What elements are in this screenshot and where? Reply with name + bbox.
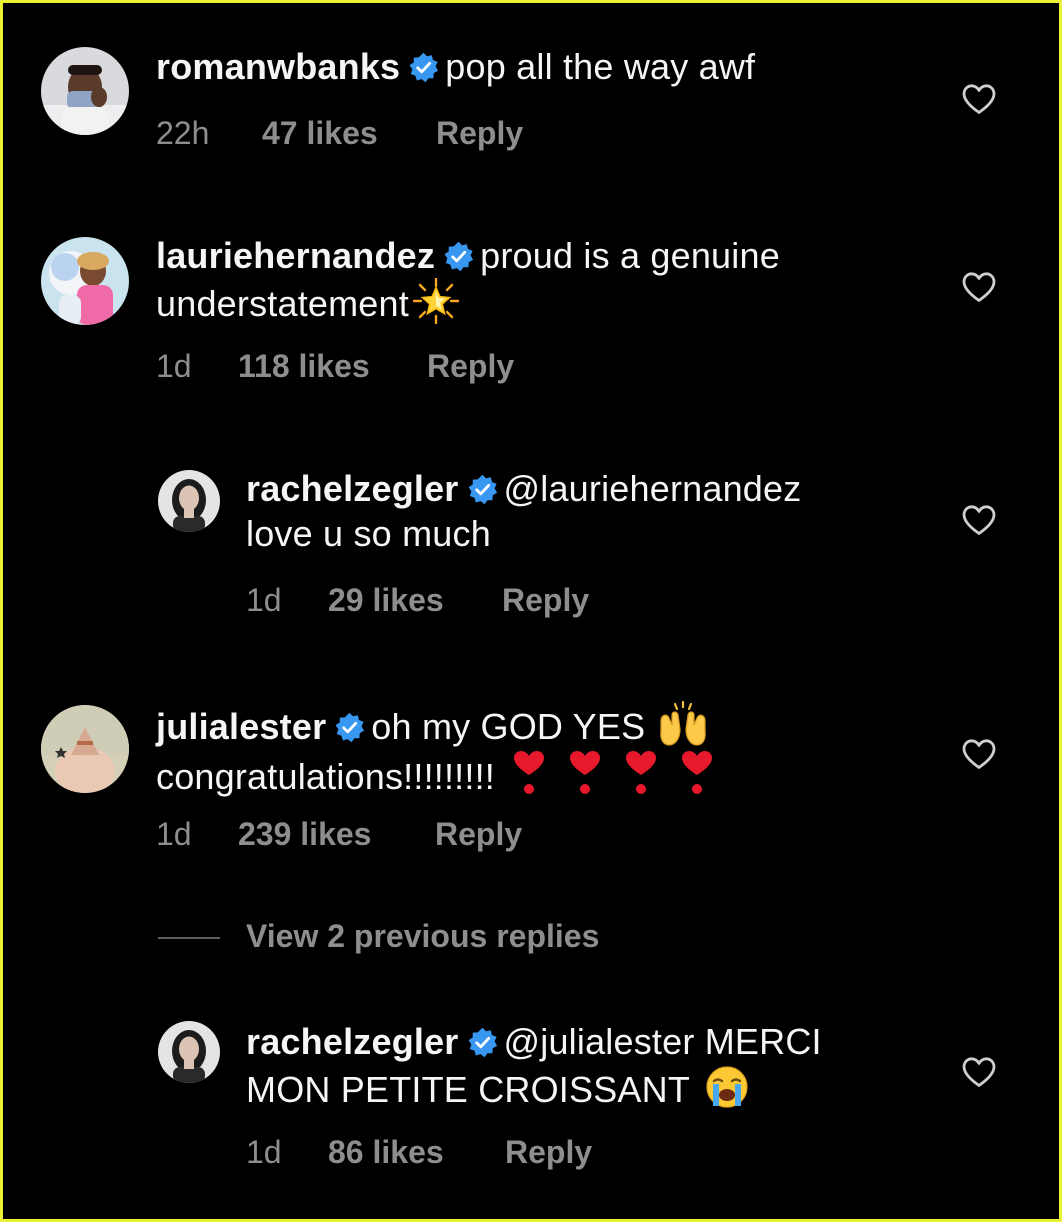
comment-text: congratulations!!!!!!!!!: [156, 749, 919, 799]
timestamp: 22h: [156, 115, 210, 151]
username-link[interactable]: julialester: [156, 706, 326, 747]
reply-button[interactable]: Reply: [427, 348, 514, 385]
timestamp: 1d: [246, 1134, 282, 1170]
reply-button[interactable]: Reply: [435, 816, 522, 853]
reply-button[interactable]: Reply: [502, 582, 589, 619]
comment-text: love u so much: [246, 511, 919, 556]
like-button[interactable]: [961, 1056, 997, 1088]
comment-text: romanwbanks pop all the way awf: [156, 44, 919, 89]
heart-outline-icon: [962, 272, 996, 302]
verified-badge-icon: [467, 1027, 498, 1058]
comment-body: MON PETITE CROISSANT: [246, 1069, 691, 1110]
username-link[interactable]: lauriehernandez: [156, 235, 435, 276]
timestamp: 1d: [246, 582, 282, 618]
comment-meta: 1d 239 likes Reply: [156, 816, 522, 853]
likes-count[interactable]: 47 likes: [262, 115, 436, 152]
avatar[interactable]: [41, 705, 129, 793]
divider: [158, 937, 220, 939]
like-button[interactable]: [961, 271, 997, 303]
glowing-star-emoji: [412, 277, 460, 325]
verified-badge-icon: [443, 241, 474, 272]
comment-text: julialester oh my GOD YES: [156, 700, 919, 749]
like-button[interactable]: [961, 504, 997, 536]
verified-badge-icon: [408, 52, 439, 83]
comment-text: rachelzegler @julialester MERCI: [246, 1019, 919, 1064]
comment-body: congratulations!!!!!!!!!: [156, 756, 495, 797]
comment-body: proud is a genuine: [480, 235, 780, 276]
loudly-crying-face-emoji: [704, 1064, 750, 1110]
avatar[interactable]: [41, 237, 129, 325]
comment-meta: 22h 47 likes Reply: [156, 115, 523, 152]
comment-meta: 1d 29 likes Reply: [246, 582, 589, 619]
like-button[interactable]: [961, 83, 997, 115]
comment-body: understatement: [156, 283, 409, 324]
heart-outline-icon: [962, 505, 996, 535]
view-replies-label[interactable]: View 2 previous replies: [246, 918, 599, 955]
heart-outline-icon: [962, 84, 996, 114]
avatar[interactable]: [41, 47, 129, 135]
comment-text: understatement: [156, 277, 919, 326]
comment-body: pop all the way awf: [445, 46, 756, 87]
avatar[interactable]: [158, 470, 220, 532]
avatar[interactable]: [158, 1021, 220, 1083]
verified-badge-icon: [334, 712, 365, 743]
likes-count[interactable]: 118 likes: [238, 348, 427, 385]
likes-count[interactable]: 29 likes: [328, 582, 502, 619]
comment-meta: 1d 86 likes Reply: [246, 1134, 592, 1171]
comment-body: @lauriehernandez: [503, 468, 802, 509]
timestamp: 1d: [156, 816, 192, 852]
comment-body: oh my GOD YES: [371, 706, 646, 747]
like-button[interactable]: [961, 738, 997, 770]
heart-outline-icon: [962, 739, 996, 769]
comment-text: rachelzegler @lauriehernandez: [246, 466, 919, 511]
verified-badge-icon: [467, 474, 498, 505]
username-link[interactable]: rachelzegler: [246, 468, 459, 509]
comment-body: love u so much: [246, 513, 491, 554]
heart-exclamation-emoji: [677, 749, 717, 797]
likes-count[interactable]: 86 likes: [328, 1134, 505, 1171]
raising-hands-emoji: [657, 700, 709, 747]
heart-outline-icon: [962, 1057, 996, 1087]
comment-text: MON PETITE CROISSANT: [246, 1064, 919, 1112]
heart-exclamation-emoji: [509, 749, 549, 797]
comment-meta: 1d 118 likes Reply: [156, 348, 514, 385]
username-link[interactable]: romanwbanks: [156, 46, 400, 87]
heart-exclamation-emoji: [621, 749, 661, 797]
reply-button[interactable]: Reply: [436, 115, 523, 152]
username-link[interactable]: rachelzegler: [246, 1021, 459, 1062]
heart-exclamation-emoji: [565, 749, 605, 797]
reply-button[interactable]: Reply: [505, 1134, 592, 1171]
timestamp: 1d: [156, 348, 192, 384]
likes-count[interactable]: 239 likes: [238, 816, 435, 853]
comments-panel: romanwbanks pop all the way awf 22h 47 lik…: [0, 0, 1062, 1222]
comment-text: lauriehernandez proud is a genuine: [156, 233, 919, 278]
comment-body: @julialester MERCI: [503, 1021, 822, 1062]
